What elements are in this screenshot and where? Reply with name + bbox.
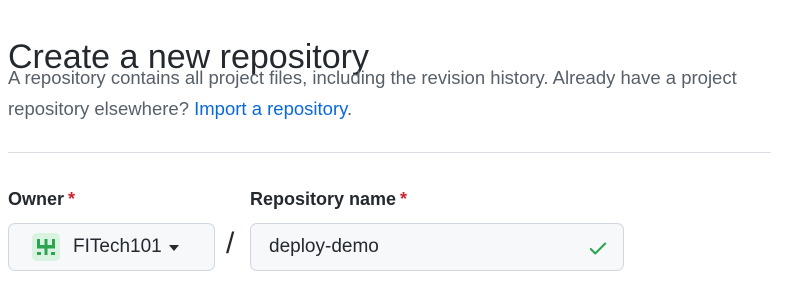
repository-name-label: Repository name * bbox=[250, 187, 407, 211]
description-text: A repository contains all project files,… bbox=[8, 67, 737, 119]
repository-name-field-wrapper bbox=[250, 223, 624, 271]
divider bbox=[8, 152, 771, 153]
page-description: A repository contains all project files,… bbox=[8, 62, 778, 124]
owner-select-button[interactable]: FITech101 bbox=[8, 223, 215, 271]
check-icon bbox=[589, 242, 607, 255]
description-end: . bbox=[346, 98, 353, 119]
owner-required-mark: * bbox=[68, 189, 76, 209]
owner-label-text: Owner bbox=[8, 189, 65, 209]
owner-repo-separator: / bbox=[226, 227, 235, 260]
owner-name: FITech101 bbox=[73, 236, 162, 257]
caret-down-icon bbox=[168, 245, 179, 251]
repository-name-input[interactable] bbox=[251, 224, 623, 270]
owner-label: Owner * bbox=[8, 187, 75, 211]
repository-required-mark: * bbox=[400, 189, 408, 209]
repository-name-label-text: Repository name bbox=[250, 189, 397, 209]
import-repository-link[interactable]: Import a repository bbox=[194, 98, 347, 119]
owner-avatar-icon bbox=[32, 233, 60, 261]
